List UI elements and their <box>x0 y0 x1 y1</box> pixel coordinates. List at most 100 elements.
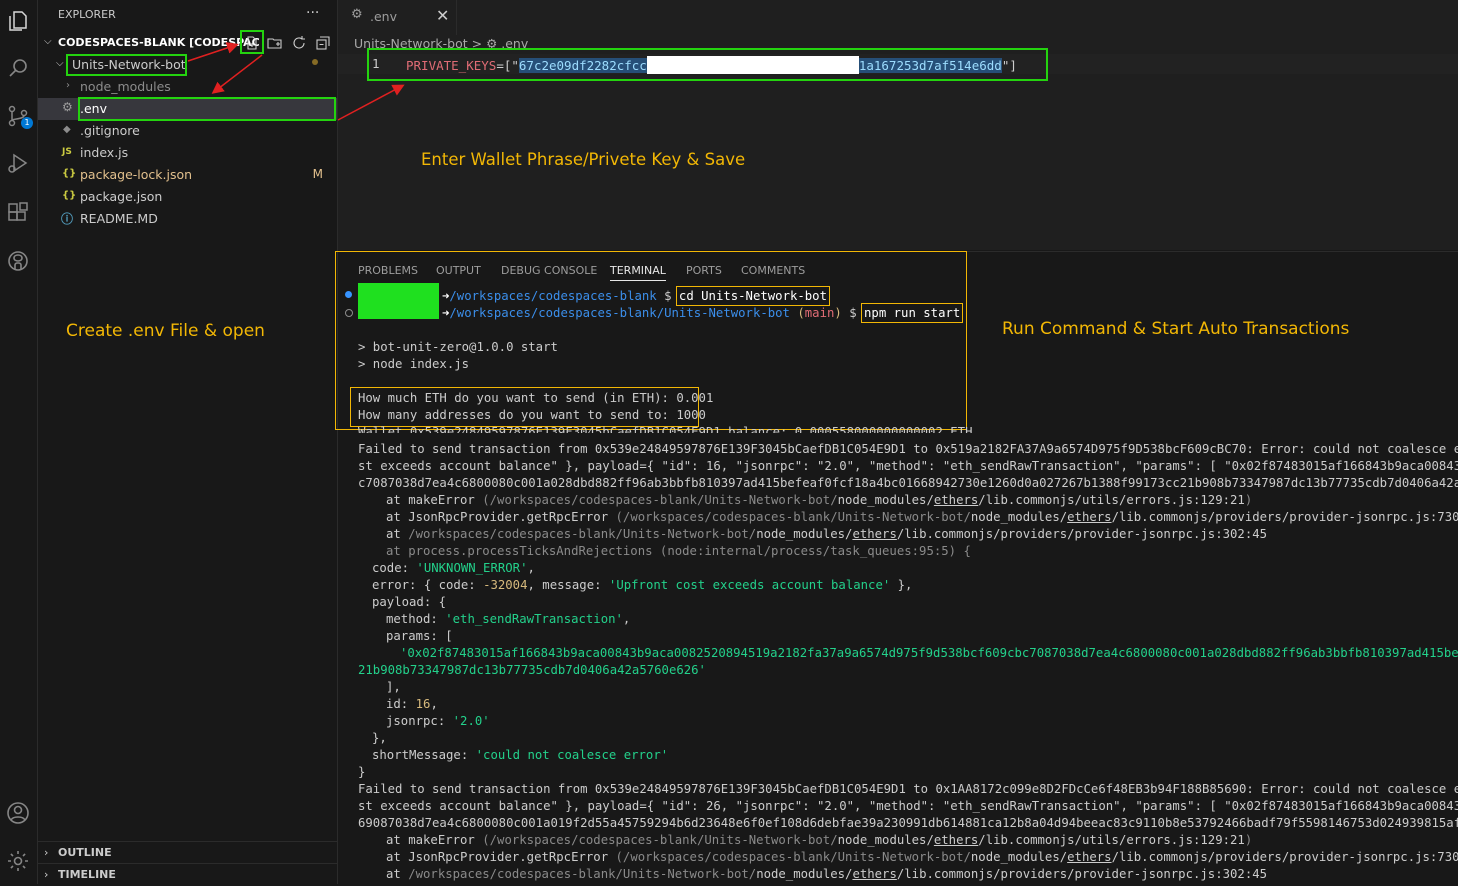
terminal-line: id: 16, <box>386 697 438 711</box>
redacted-username <box>358 283 439 319</box>
terminal-line: shortMessage: 'could not coalesce error' <box>372 748 669 762</box>
tab-env[interactable]: ⚙ .env ✕ <box>338 0 457 35</box>
prompt-line-2: ➜/workspaces/codespaces-blank/Units-Netw… <box>442 303 964 323</box>
source-control-icon[interactable]: 1 <box>3 101 33 131</box>
tree-file-gitignore[interactable]: ◆ .gitignore <box>38 120 337 142</box>
workspace-root-label: CODESPACES-BLANK [CODESPAC <box>58 36 260 49</box>
chevron-right-icon: › <box>44 846 49 859</box>
tree-file-package-json[interactable]: {} package.json <box>38 186 337 208</box>
terminal-line: c7087038d7ea4c6800080c001a028dbd882ff96a… <box>358 476 1458 490</box>
tree-item-label: README.MD <box>80 211 158 226</box>
run-debug-icon[interactable] <box>3 148 33 178</box>
terminal-line: Wallet 0x539e24849597876E139F3045bCaefDB… <box>358 425 973 433</box>
info-file-icon: ⓘ <box>61 212 74 226</box>
chevron-right-icon: › <box>44 868 49 881</box>
accounts-icon[interactable] <box>3 798 33 828</box>
stack-line: at /workspaces/codespaces-blank/Units-Ne… <box>386 867 1268 881</box>
prompt-line-1: ➜/workspaces/codespaces-blank $ cd Units… <box>442 286 831 306</box>
editor-tab-bar: ⚙ .env ✕ <box>338 0 1458 35</box>
terminal-line: ], <box>386 680 401 694</box>
git-file-icon: ◆ <box>63 124 71 135</box>
explorer-sidebar: EXPLORER ··· ⌵ CODESPACES-BLANK [CODESPA… <box>38 0 338 884</box>
tree-item-label: node_modules <box>80 79 171 94</box>
input-highlight <box>350 387 699 427</box>
stack-line: at makeError (/workspaces/codespaces-bla… <box>386 493 1253 507</box>
close-icon[interactable]: ✕ <box>436 6 449 25</box>
editor-area[interactable]: Units-Network-bot > ⚙ .env 1 PRIVATE_KEY… <box>338 35 1458 250</box>
stack-line: at JsonRpcProvider.getRpcError (/workspa… <box>386 510 1458 524</box>
terminal-line: 69087038d7ea4c6800080c001a019f2d55a45759… <box>358 816 1458 830</box>
prompt-path: /workspaces/codespaces-blank <box>449 289 657 303</box>
tree-item-label: index.js <box>80 145 129 160</box>
command-success-dot-icon <box>345 291 352 298</box>
stack-line: at /workspaces/codespaces-blank/Units-Ne… <box>386 527 1268 541</box>
tree-item-label: .gitignore <box>80 123 140 138</box>
terminal-line: 21b908b73347987dc13b77735cdb7d0406a42a57… <box>358 663 706 677</box>
new-file-highlight <box>240 30 264 54</box>
terminal-line: jsonrpc: '2.0' <box>386 714 490 728</box>
refresh-icon[interactable] <box>291 35 307 51</box>
terminal-line: '0x02f87483015af166843b9aca00843b9aca008… <box>400 646 1458 660</box>
tab-debug-console[interactable]: DEBUG CONSOLE <box>501 264 597 277</box>
stack-line: at JsonRpcProvider.getRpcError (/workspa… <box>386 850 1458 864</box>
scm-badge: 1 <box>21 117 33 129</box>
gear-file-icon: ⚙ <box>62 100 73 114</box>
command-pending-dot-icon <box>345 309 353 317</box>
modified-dot-icon <box>312 59 318 65</box>
gear-file-icon: ⚙ <box>351 7 363 22</box>
more-actions-icon[interactable]: ··· <box>306 5 319 21</box>
collapse-all-icon[interactable] <box>315 35 331 51</box>
explorer-icon[interactable] <box>3 6 33 36</box>
tree-item-label: package.json <box>80 189 163 204</box>
tree-folder-node-modules[interactable]: › node_modules <box>38 76 337 98</box>
terminal-line: st exceeds account balance" }, payload={… <box>358 799 1458 813</box>
tree-file-package-lock[interactable]: {} package-lock.json M <box>38 164 337 186</box>
tree-item-label: package-lock.json <box>80 167 193 182</box>
chevron-right-icon: › <box>66 80 70 91</box>
explorer-title: EXPLORER <box>58 8 116 21</box>
terminal-line: payload: { <box>372 595 447 609</box>
tab-terminal[interactable]: TERMINAL <box>610 264 666 281</box>
git-branch: main <box>804 306 835 320</box>
terminal-line: > bot-unit-zero@1.0.0 start <box>358 340 558 354</box>
terminal-line: params: [ <box>386 629 453 643</box>
terminal-line: }, <box>372 731 387 745</box>
tab-comments[interactable]: COMMENTS <box>741 264 805 277</box>
outline-section[interactable]: › OUTLINE <box>38 841 337 864</box>
tree-file-readme[interactable]: ⓘ README.MD <box>38 208 337 230</box>
workspace-root[interactable]: ⌵ CODESPACES-BLANK [CODESPAC <box>38 30 337 54</box>
editor-annotation: Enter Wallet Phrase/Privete Key & Save <box>421 150 746 169</box>
new-folder-icon[interactable] <box>267 35 283 51</box>
tab-ports[interactable]: PORTS <box>686 264 722 277</box>
env-file-highlight <box>78 97 336 121</box>
terminal-line: st exceeds account balance" }, payload={… <box>358 459 1458 473</box>
tab-label: .env <box>370 9 397 24</box>
create-env-annotation: Create .env File & open <box>66 321 265 341</box>
github-icon[interactable] <box>3 246 33 276</box>
terminal-line: error: { code: -32004, message: 'Upfront… <box>372 578 913 592</box>
timeline-section[interactable]: › TIMELINE <box>38 863 337 886</box>
tab-problems[interactable]: PROBLEMS <box>358 264 418 277</box>
json-file-icon: {} <box>62 168 77 179</box>
activity-bar: 1 <box>0 0 38 884</box>
tab-output[interactable]: OUTPUT <box>436 264 481 277</box>
terminal-line: Failed to send transaction from 0x539e24… <box>358 442 1458 456</box>
prompt-path: /workspaces/codespaces-blank/Units-Netwo… <box>449 306 790 320</box>
terminal-line: } <box>358 765 366 779</box>
settings-gear-icon[interactable] <box>3 846 33 876</box>
stack-line: at makeError (/workspaces/codespaces-bla… <box>386 833 1253 847</box>
chevron-down-icon: ⌵ <box>44 36 52 47</box>
search-icon[interactable] <box>3 53 33 83</box>
extensions-icon[interactable] <box>3 198 33 228</box>
terminal-line: code: 'UNKNOWN_ERROR', <box>372 561 535 575</box>
stack-line: at process.processTicksAndRejections (no… <box>386 544 971 558</box>
json-file-icon: {} <box>62 190 77 201</box>
timeline-label: TIMELINE <box>58 868 116 881</box>
folder-highlight <box>66 54 187 76</box>
modified-badge: M <box>312 167 323 181</box>
terminal-line: Failed to send transaction from 0x539e24… <box>358 782 1458 796</box>
outline-label: OUTLINE <box>58 846 112 859</box>
tree-file-index-js[interactable]: JS index.js <box>38 142 337 164</box>
js-file-icon: JS <box>62 147 72 157</box>
run-command-annotation: Run Command & Start Auto Transactions <box>1002 319 1350 339</box>
